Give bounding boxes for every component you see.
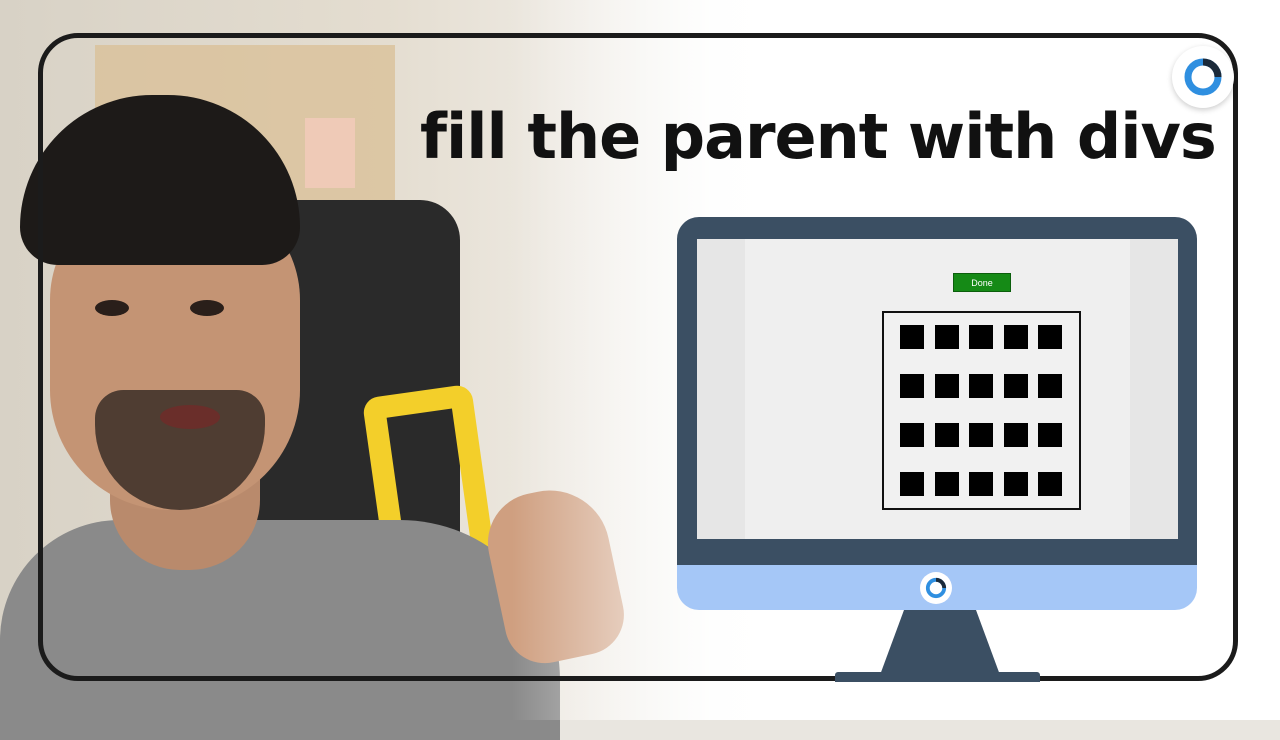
brand-logo-icon [1172, 46, 1234, 108]
monitor-screen: Done [697, 239, 1178, 539]
child-div [1003, 325, 1028, 349]
child-div [1038, 374, 1062, 398]
child-div [934, 423, 959, 447]
page-viewport: Done [745, 239, 1130, 539]
child-div [1003, 423, 1028, 447]
parent-container [882, 311, 1081, 510]
child-div [1038, 472, 1062, 496]
child-div [934, 472, 959, 496]
child-div [900, 472, 924, 496]
child-div [969, 325, 993, 349]
child-div [900, 374, 924, 398]
child-div [1038, 325, 1062, 349]
child-div [969, 423, 993, 447]
child-div [1003, 374, 1028, 398]
done-button[interactable]: Done [953, 273, 1011, 292]
monitor-stand-base [835, 672, 1040, 682]
child-div [969, 472, 993, 496]
brand-logo-icon [920, 572, 952, 604]
child-div [1003, 472, 1028, 496]
child-div [934, 374, 959, 398]
child-div [900, 325, 924, 349]
thumbnail-title: fill the parent with divs [420, 100, 1217, 173]
child-div [1038, 423, 1062, 447]
child-div [934, 325, 959, 349]
child-div [969, 374, 993, 398]
child-div [900, 423, 924, 447]
